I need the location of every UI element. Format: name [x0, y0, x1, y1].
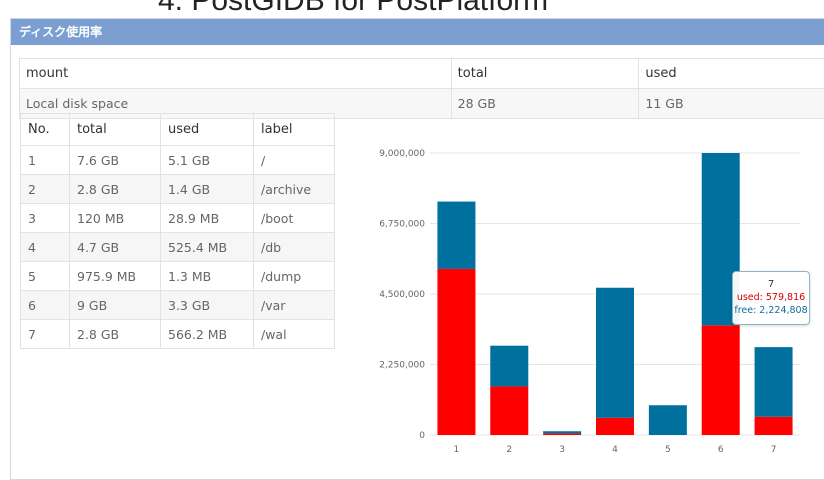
- y-tick-label: 2,250,000: [379, 361, 425, 371]
- total-cell: 2.8 GB: [70, 175, 161, 204]
- used-cell: 5.1 GB: [161, 146, 254, 175]
- column-header-total: total: [451, 59, 639, 89]
- x-tick-label: 4: [612, 445, 618, 455]
- partition-table: No. total used label 1 7.6 GB 5.1 GB / 2…: [20, 113, 335, 349]
- no-cell: 6: [21, 291, 70, 320]
- bar-used: [702, 325, 740, 435]
- y-tick-label: 6,750,000: [379, 220, 425, 230]
- label-cell: /wal: [254, 320, 335, 349]
- bar-free: [649, 405, 687, 435]
- bar-free: [596, 288, 634, 418]
- column-header-no: No.: [21, 114, 70, 146]
- bar-used: [755, 417, 793, 435]
- bar-used: [437, 269, 475, 435]
- used-cell: 28.9 MB: [161, 204, 254, 233]
- panel-title: ディスク使用率: [11, 19, 824, 45]
- used-cell: 11 GB: [639, 89, 824, 119]
- column-header-used: used: [639, 59, 824, 89]
- no-cell: 2: [21, 175, 70, 204]
- no-cell: 3: [21, 204, 70, 233]
- chart-tooltip: 7 used: 579,816 free: 2,224,808: [732, 271, 810, 325]
- x-tick-label: 7: [771, 445, 777, 455]
- partition-header-row: No. total used label: [21, 114, 335, 146]
- y-tick-label: 9,000,000: [379, 149, 425, 159]
- total-cell: 975.9 MB: [70, 262, 161, 291]
- label-cell: /dump: [254, 262, 335, 291]
- column-header-used: used: [161, 114, 254, 146]
- no-cell: 1: [21, 146, 70, 175]
- bar-free: [437, 202, 475, 269]
- tooltip-free: free: 2,224,808: [733, 305, 809, 316]
- no-cell: 7: [21, 320, 70, 349]
- column-header-label: label: [254, 114, 335, 146]
- y-tick-label: 0: [419, 431, 425, 441]
- y-tick-label: 4,500,000: [379, 290, 425, 300]
- column-header-total: total: [70, 114, 161, 146]
- column-header-mount: mount: [20, 59, 452, 89]
- bar-free: [755, 347, 793, 417]
- label-cell: /db: [254, 233, 335, 262]
- label-cell: /boot: [254, 204, 335, 233]
- table-row: 2 2.8 GB 1.4 GB /archive: [21, 175, 335, 204]
- label-cell: /var: [254, 291, 335, 320]
- total-cell: 28 GB: [451, 89, 639, 119]
- table-row: 7 2.8 GB 566.2 MB /wal: [21, 320, 335, 349]
- tooltip-used: used: 579,816: [733, 292, 809, 303]
- table-row: 5 975.9 MB 1.3 MB /dump: [21, 262, 335, 291]
- table-row: 6 9 GB 3.3 GB /var: [21, 291, 335, 320]
- bar-used: [596, 418, 634, 435]
- bar-free: [543, 431, 581, 433]
- x-tick-label: 3: [559, 445, 565, 455]
- tooltip-title: 7: [733, 279, 809, 290]
- label-cell: /: [254, 146, 335, 175]
- mount-summary-table: mount total used Local disk space 28 GB …: [19, 58, 824, 119]
- label-cell: /archive: [254, 175, 335, 204]
- bar-used: [490, 386, 528, 435]
- used-cell: 1.4 GB: [161, 175, 254, 204]
- table-row: 4 4.7 GB 525.4 MB /db: [21, 233, 335, 262]
- x-tick-label: 6: [718, 445, 724, 455]
- total-cell: 4.7 GB: [70, 233, 161, 262]
- used-cell: 1.3 MB: [161, 262, 254, 291]
- no-cell: 4: [21, 233, 70, 262]
- bar-free: [490, 346, 528, 387]
- page-top-title: 4. PostGIDB for PostPlatform: [158, 0, 824, 18]
- no-cell: 5: [21, 262, 70, 291]
- table-row: 1 7.6 GB 5.1 GB /: [21, 146, 335, 175]
- used-cell: 3.3 GB: [161, 291, 254, 320]
- bar-used: [543, 433, 581, 435]
- total-cell: 2.8 GB: [70, 320, 161, 349]
- total-cell: 9 GB: [70, 291, 161, 320]
- used-cell: 566.2 MB: [161, 320, 254, 349]
- x-tick-label: 1: [454, 445, 460, 455]
- total-cell: 120 MB: [70, 204, 161, 233]
- used-cell: 525.4 MB: [161, 233, 254, 262]
- total-cell: 7.6 GB: [70, 146, 161, 175]
- table-row: 3 120 MB 28.9 MB /boot: [21, 204, 335, 233]
- summary-header-row: mount total used: [20, 59, 824, 89]
- x-tick-label: 2: [506, 445, 512, 455]
- x-tick-label: 5: [665, 445, 671, 455]
